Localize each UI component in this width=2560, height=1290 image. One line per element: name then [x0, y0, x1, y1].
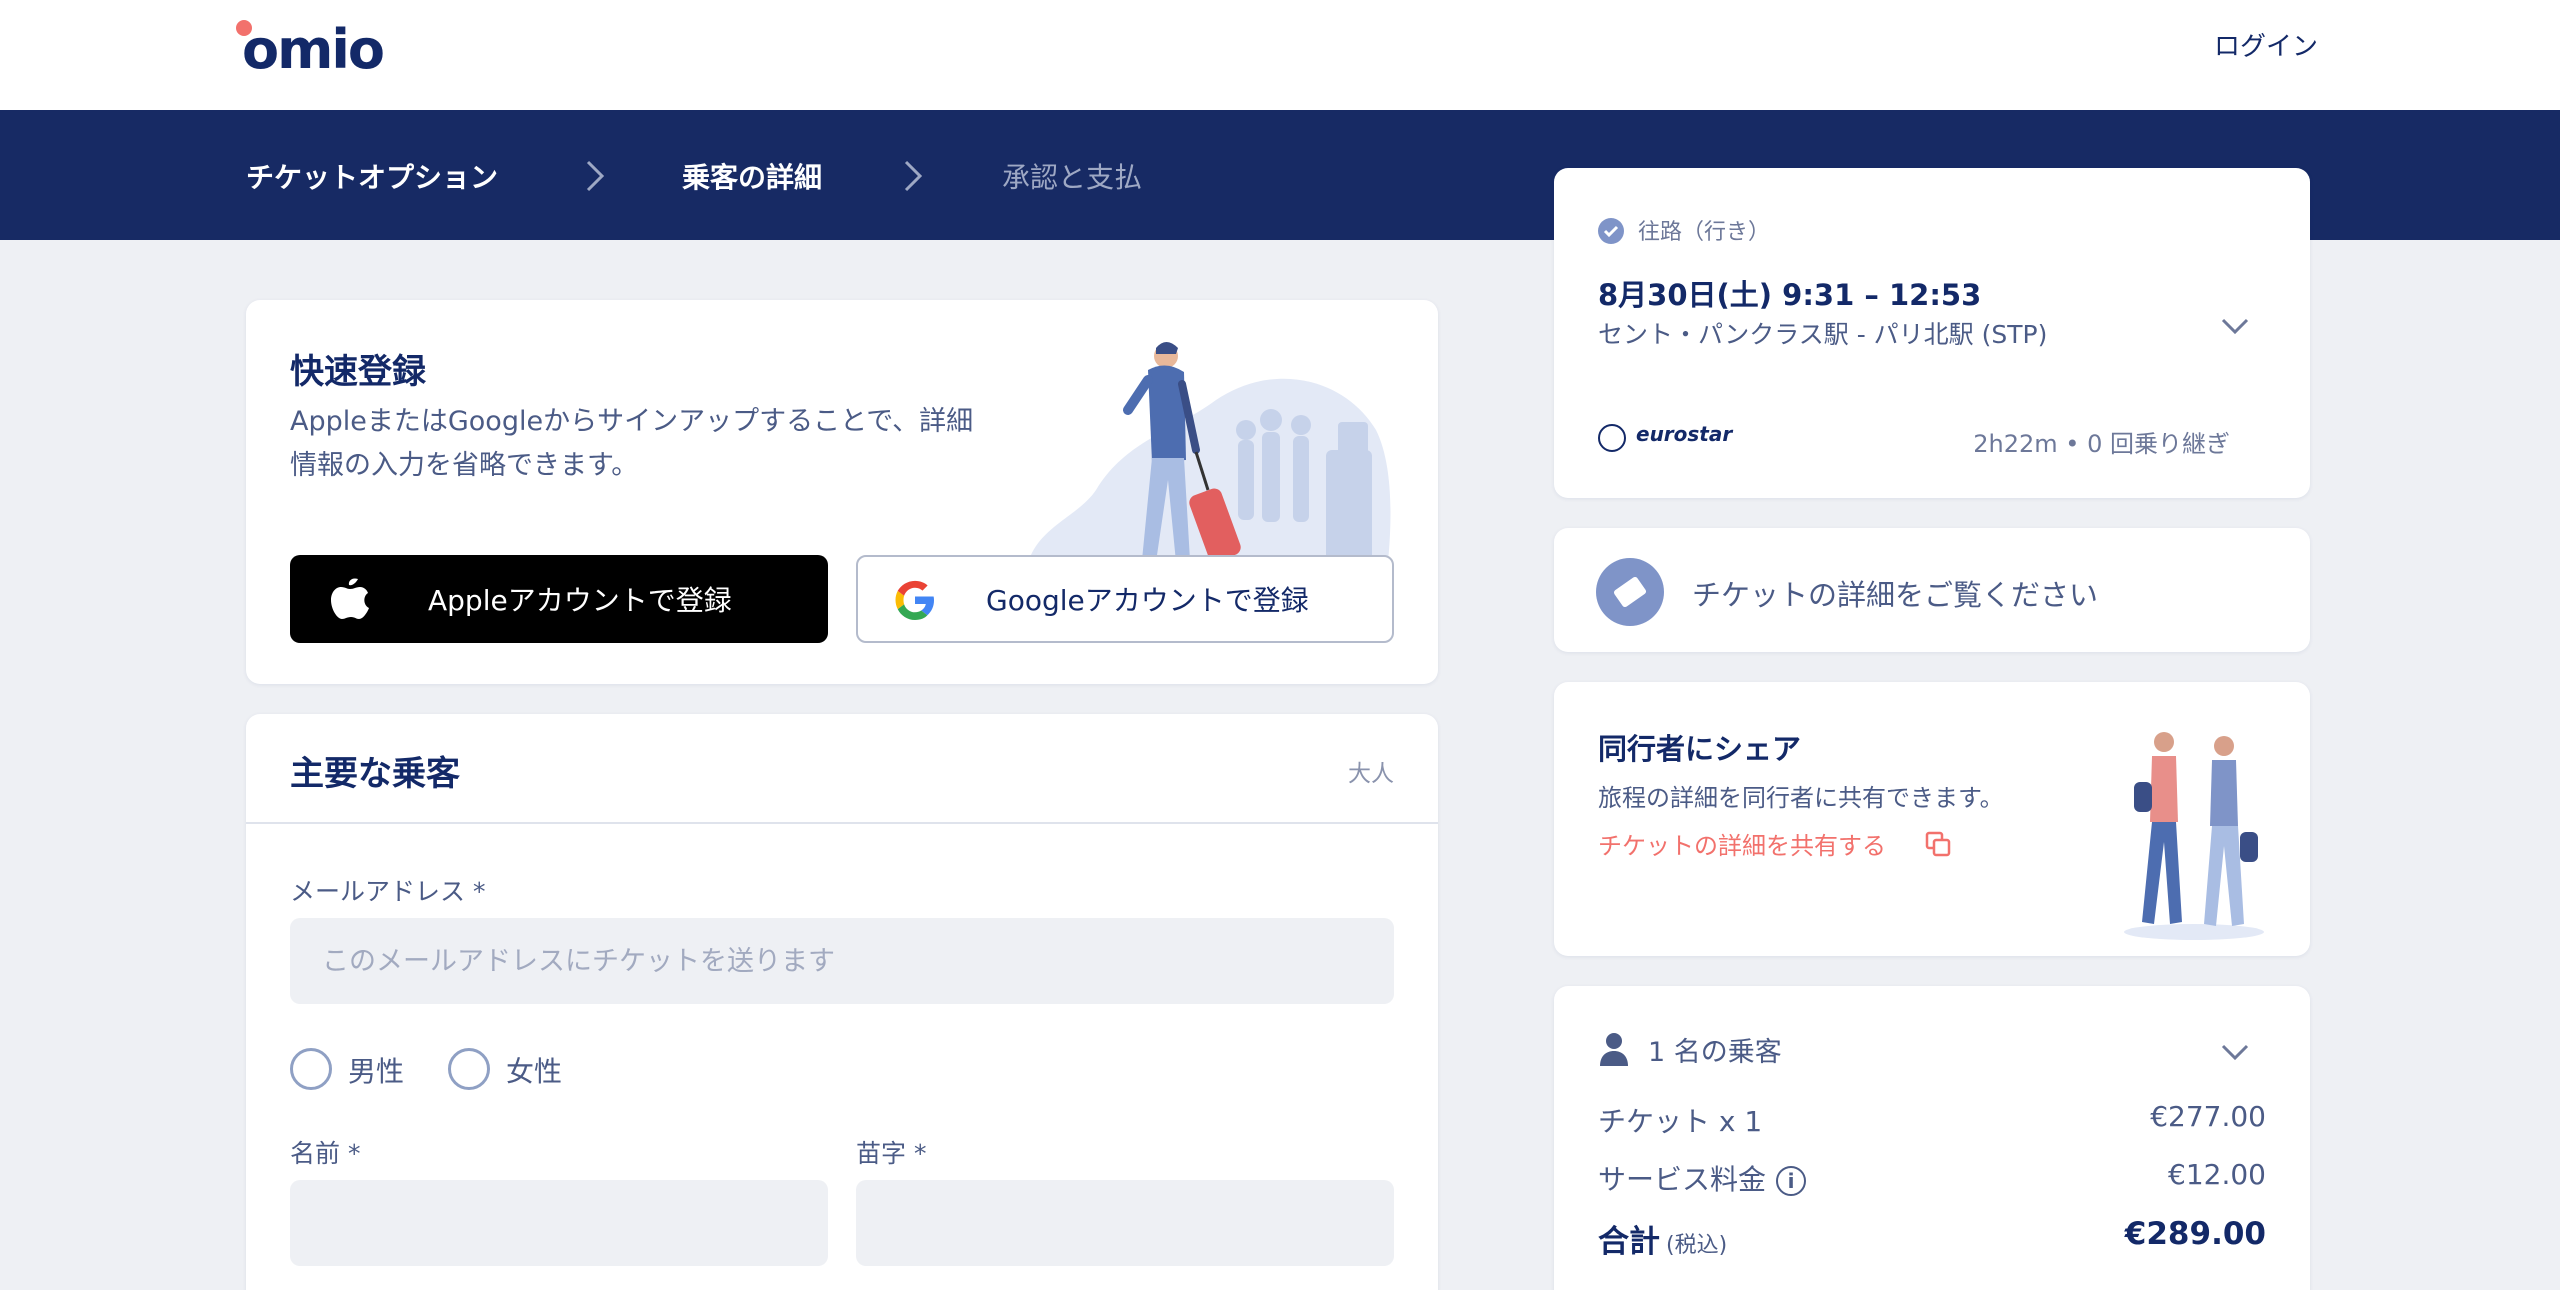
service-fee-value: €12.00 — [2168, 1158, 2266, 1191]
chevron-right-icon — [586, 160, 605, 192]
ticket-icon — [1596, 558, 1664, 626]
journey-card: 往路（行き） 8月30日(土) 9:31 – 12:53 セント・パンクラス駅 … — [1554, 168, 2310, 498]
email-label: メールアドレス * — [290, 877, 486, 906]
ticket-price-value: €277.00 — [2150, 1100, 2266, 1133]
info-icon[interactable]: i — [1776, 1166, 1807, 1196]
share-card: 同行者にシェア 旅程の詳細を同行者に共有できます。 チケットの詳細を共有する — [1554, 682, 2310, 956]
passenger-type-badge: 大人 — [1348, 761, 1394, 787]
first-name-label: 名前 * — [290, 1139, 361, 1168]
total-row: 合計 (税込) €289.00 — [1598, 1216, 2266, 1260]
service-fee-row: サービス料金 i €12.00 — [1598, 1158, 2266, 1198]
login-link[interactable]: ログイン — [2214, 26, 2318, 63]
tax-note: (税込) — [1666, 1233, 1728, 1258]
quick-register-title: 快速登録 — [290, 352, 426, 392]
ticket-details-label: チケットの詳細をご覧ください — [1692, 578, 2099, 612]
total-value: €289.00 — [2124, 1216, 2266, 1252]
person-icon — [1600, 1033, 1628, 1066]
gender-female-label: 女性 — [506, 1055, 563, 1088]
total-label: 合計 — [1598, 1224, 1660, 1260]
ticket-price-row: チケット x 1 €277.00 — [1598, 1100, 2266, 1140]
last-name-field[interactable] — [856, 1180, 1394, 1266]
step-passenger-details: 乗客の詳細 — [682, 161, 823, 194]
quick-register-card: 快速登録 AppleまたはGoogleからサインアップすることで、詳細情報の入力… — [246, 300, 1438, 684]
google-icon — [895, 580, 934, 620]
google-signup-label: Googleアカウントで登録 — [986, 584, 1309, 617]
journey-datetime: 8月30日(土) 9:31 – 12:53 — [1598, 278, 1982, 312]
journey-duration: 2h22m • 0 回乗り継ぎ — [1973, 430, 2230, 458]
price-summary-card: 1 名の乗客 チケット x 1 €277.00 サービス料金 i €12.00 合… — [1554, 986, 2310, 1290]
check-circle-icon — [1598, 218, 1624, 244]
google-signup-button[interactable]: Googleアカウントで登録 — [856, 555, 1394, 643]
chevron-down-icon[interactable] — [2220, 316, 2250, 336]
chevron-right-icon — [904, 160, 923, 192]
traveler-illustration — [1026, 342, 1391, 580]
last-name-label: 苗字 * — [856, 1139, 927, 1168]
copy-icon[interactable] — [1924, 830, 1952, 858]
top-bar: omio ログイン — [0, 0, 2560, 110]
service-fee-label: サービス料金 — [1598, 1163, 1767, 1196]
main-passenger-title: 主要な乗客 — [290, 754, 460, 794]
apple-icon — [331, 578, 369, 619]
logo-text: omio — [242, 18, 385, 81]
chevron-down-icon[interactable] — [2220, 1042, 2250, 1062]
main-passenger-card: 主要な乗客 大人 メールアドレス * 男性 女性 名前 * 苗字 * — [246, 714, 1438, 1290]
ticket-details-card[interactable]: チケットの詳細をご覧ください — [1554, 528, 2310, 652]
journey-route: セント・パンクラス駅 - パリ北駅 (STP) — [1598, 320, 2048, 349]
apple-signup-label: Appleアカウントで登録 — [428, 584, 732, 617]
journey-direction: 往路（行き） — [1638, 220, 1771, 245]
share-ticket-link[interactable]: チケットの詳細を共有する — [1598, 826, 1886, 861]
quick-register-description: AppleまたはGoogleからサインアップすることで、詳細情報の入力を省略でき… — [290, 406, 974, 481]
passenger-count: 1 名の乗客 — [1648, 1037, 1782, 1068]
step-ticket-options[interactable]: チケットオプション — [246, 156, 498, 196]
gender-male-radio[interactable] — [290, 1048, 332, 1090]
share-title: 同行者にシェア — [1598, 732, 1802, 766]
email-field[interactable] — [290, 918, 1394, 1004]
gender-female-radio[interactable] — [448, 1048, 490, 1090]
share-description: 旅程の詳細を同行者に共有できます。 — [1598, 784, 2004, 812]
first-name-field[interactable] — [290, 1180, 828, 1266]
companions-illustration — [2124, 732, 2264, 940]
carrier-name: eurostar — [1636, 422, 1733, 446]
eurostar-logo-icon — [1598, 424, 1626, 452]
ticket-price-label: チケット x 1 — [1598, 1105, 1763, 1138]
step-confirm-payment: 承認と支払 — [1002, 161, 1143, 194]
gender-male-label: 男性 — [348, 1055, 405, 1088]
apple-signup-button[interactable]: Appleアカウントで登録 — [290, 555, 828, 643]
main-passenger-header: 主要な乗客 大人 — [246, 714, 1438, 824]
